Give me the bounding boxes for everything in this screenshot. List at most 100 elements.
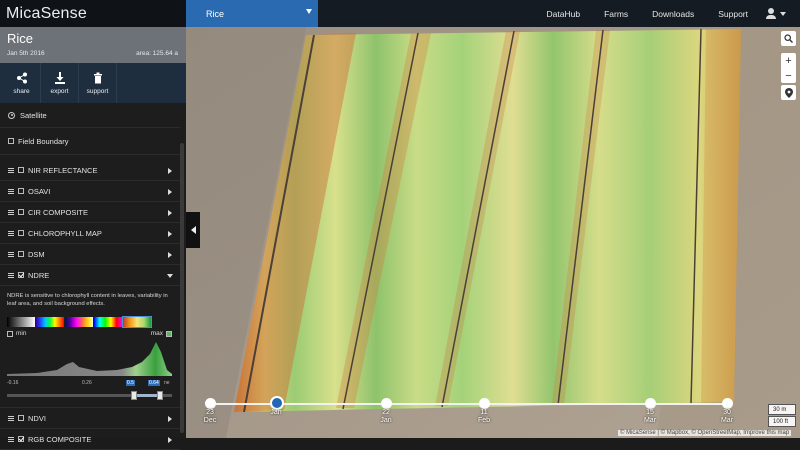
support-button[interactable]: support: [79, 63, 117, 103]
layer-label: NDRE: [28, 271, 49, 280]
drag-handle-icon[interactable]: [8, 168, 14, 173]
checkbox[interactable]: [7, 331, 13, 337]
chevron-right-icon[interactable]: [168, 210, 172, 216]
nav-support[interactable]: Support: [706, 9, 760, 19]
layer-osavi[interactable]: OSAVI: [0, 181, 180, 202]
palette-magenta[interactable]: [65, 317, 93, 327]
export-button[interactable]: export: [41, 63, 79, 103]
layer-chlorophyll-map[interactable]: CHLOROPHYLL MAP: [0, 223, 180, 244]
checkbox[interactable]: [8, 138, 14, 144]
layer-list: Satellite Field Boundary NIR REFLECTANCE…: [0, 103, 180, 450]
radio-icon[interactable]: [8, 112, 15, 119]
timeline-node[interactable]: [722, 398, 733, 409]
field-date: Jan 5th 2016: [7, 50, 45, 57]
layer-field-boundary[interactable]: Field Boundary: [0, 128, 180, 155]
max-toggle[interactable]: max: [151, 330, 172, 337]
drag-handle-icon[interactable]: [8, 416, 14, 421]
user-menu[interactable]: [760, 8, 800, 19]
drag-handle-icon[interactable]: [8, 273, 14, 278]
field-selector-label: Rice: [206, 9, 224, 19]
nav-farms[interactable]: Farms: [592, 9, 640, 19]
timeline-node-selected[interactable]: [270, 396, 284, 410]
min-toggle[interactable]: min: [7, 330, 26, 337]
field-selector[interactable]: Rice: [186, 0, 318, 27]
scale-imperial: 100 ft: [768, 416, 796, 427]
timeline-date[interactable]: 11Feb: [472, 409, 496, 425]
drag-handle-icon[interactable]: [8, 231, 14, 236]
drag-handle-icon[interactable]: [8, 437, 14, 442]
palette-red-yellow-green[interactable]: [123, 317, 151, 327]
checkbox[interactable]: [18, 167, 24, 173]
axis-tick: 0.26: [82, 380, 92, 386]
checkbox[interactable]: [18, 188, 24, 194]
ndre-histogram: [7, 340, 172, 376]
layer-satellite[interactable]: Satellite: [0, 103, 180, 128]
timeline-node[interactable]: [479, 398, 490, 409]
zoom-in-button[interactable]: +: [781, 53, 796, 68]
chevron-right-icon[interactable]: [168, 168, 172, 174]
layer-ndre[interactable]: NDRE: [0, 265, 180, 286]
ndre-description: NDRE is sensitive to chlorophyll content…: [7, 292, 172, 308]
checkbox-checked[interactable]: [18, 272, 24, 278]
drag-handle-icon[interactable]: [8, 189, 14, 194]
range-slider[interactable]: [7, 389, 172, 401]
timeline-date[interactable]: Jan: [264, 409, 288, 417]
palette-grayscale[interactable]: [7, 317, 35, 327]
timeline-date[interactable]: 23Dec: [198, 409, 222, 425]
chevron-down-icon: [306, 9, 312, 14]
checkbox[interactable]: [18, 251, 24, 257]
checkbox[interactable]: [18, 209, 24, 215]
checkbox-checked[interactable]: [18, 436, 24, 442]
zoom-controls: + −: [781, 53, 796, 83]
chevron-left-icon: [191, 226, 196, 234]
checkbox[interactable]: [18, 230, 24, 236]
chevron-down-icon[interactable]: [167, 274, 173, 278]
chevron-right-icon[interactable]: [168, 252, 172, 258]
axis-tick: -0.16: [7, 380, 18, 386]
scale-metric: 30 m: [768, 404, 796, 415]
drag-handle-icon[interactable]: [8, 252, 14, 257]
palette-rainbow[interactable]: [94, 317, 122, 327]
layer-ndvi[interactable]: NDVI: [0, 408, 180, 429]
timeline-date[interactable]: 22Jan: [374, 409, 398, 425]
share-button[interactable]: share: [3, 63, 41, 103]
timeline-date[interactable]: 15Mar: [638, 409, 662, 425]
layer-label: DSM: [28, 250, 45, 259]
locate-button[interactable]: [781, 85, 796, 100]
user-icon: [766, 8, 776, 19]
main-nav: DataHub Farms Downloads Support: [535, 0, 800, 27]
chevron-right-icon[interactable]: [168, 189, 172, 195]
max-color-swatch[interactable]: [166, 331, 172, 337]
min-label: min: [16, 330, 26, 337]
export-label: export: [50, 88, 68, 95]
checkbox[interactable]: [18, 415, 24, 421]
drag-handle-icon[interactable]: [8, 210, 14, 215]
chevron-right-icon[interactable]: [168, 416, 172, 422]
chevron-right-icon[interactable]: [168, 231, 172, 237]
map-attribution[interactable]: © MicaSense | © Mapbox, © OpenStreetMap,…: [618, 430, 791, 436]
field-area: area: 125.64 a: [136, 50, 178, 57]
min-max-row: min max: [7, 330, 172, 340]
slider-handle-high[interactable]: [157, 391, 163, 400]
nav-datahub[interactable]: DataHub: [535, 9, 593, 19]
palette-spectrum[interactable]: [36, 317, 64, 327]
sidebar-scrollbar[interactable]: [180, 143, 184, 433]
map-view[interactable]: [186, 27, 800, 438]
timeline-date[interactable]: 30Mar: [715, 409, 739, 425]
map-search-button[interactable]: [781, 31, 796, 46]
layer-label: OSAVI: [28, 187, 50, 196]
collapse-sidebar-button[interactable]: [186, 212, 200, 248]
max-label: max: [151, 330, 163, 337]
timeline-node[interactable]: [381, 398, 392, 409]
layer-cir-composite[interactable]: CIR COMPOSITE: [0, 202, 180, 223]
timeline-node[interactable]: [205, 398, 216, 409]
timeline-node[interactable]: [645, 398, 656, 409]
micasense-logo[interactable]: MicaSense: [0, 0, 186, 27]
share-label: share: [13, 88, 29, 95]
slider-handle-low[interactable]: [131, 391, 137, 400]
layer-nir-reflectance[interactable]: NIR REFLECTANCE: [0, 160, 180, 181]
layer-dsm[interactable]: DSM: [0, 244, 180, 265]
nav-downloads[interactable]: Downloads: [640, 9, 706, 19]
layer-rgb-composite[interactable]: RGB COMPOSITE: [0, 429, 180, 450]
zoom-out-button[interactable]: −: [781, 68, 796, 83]
